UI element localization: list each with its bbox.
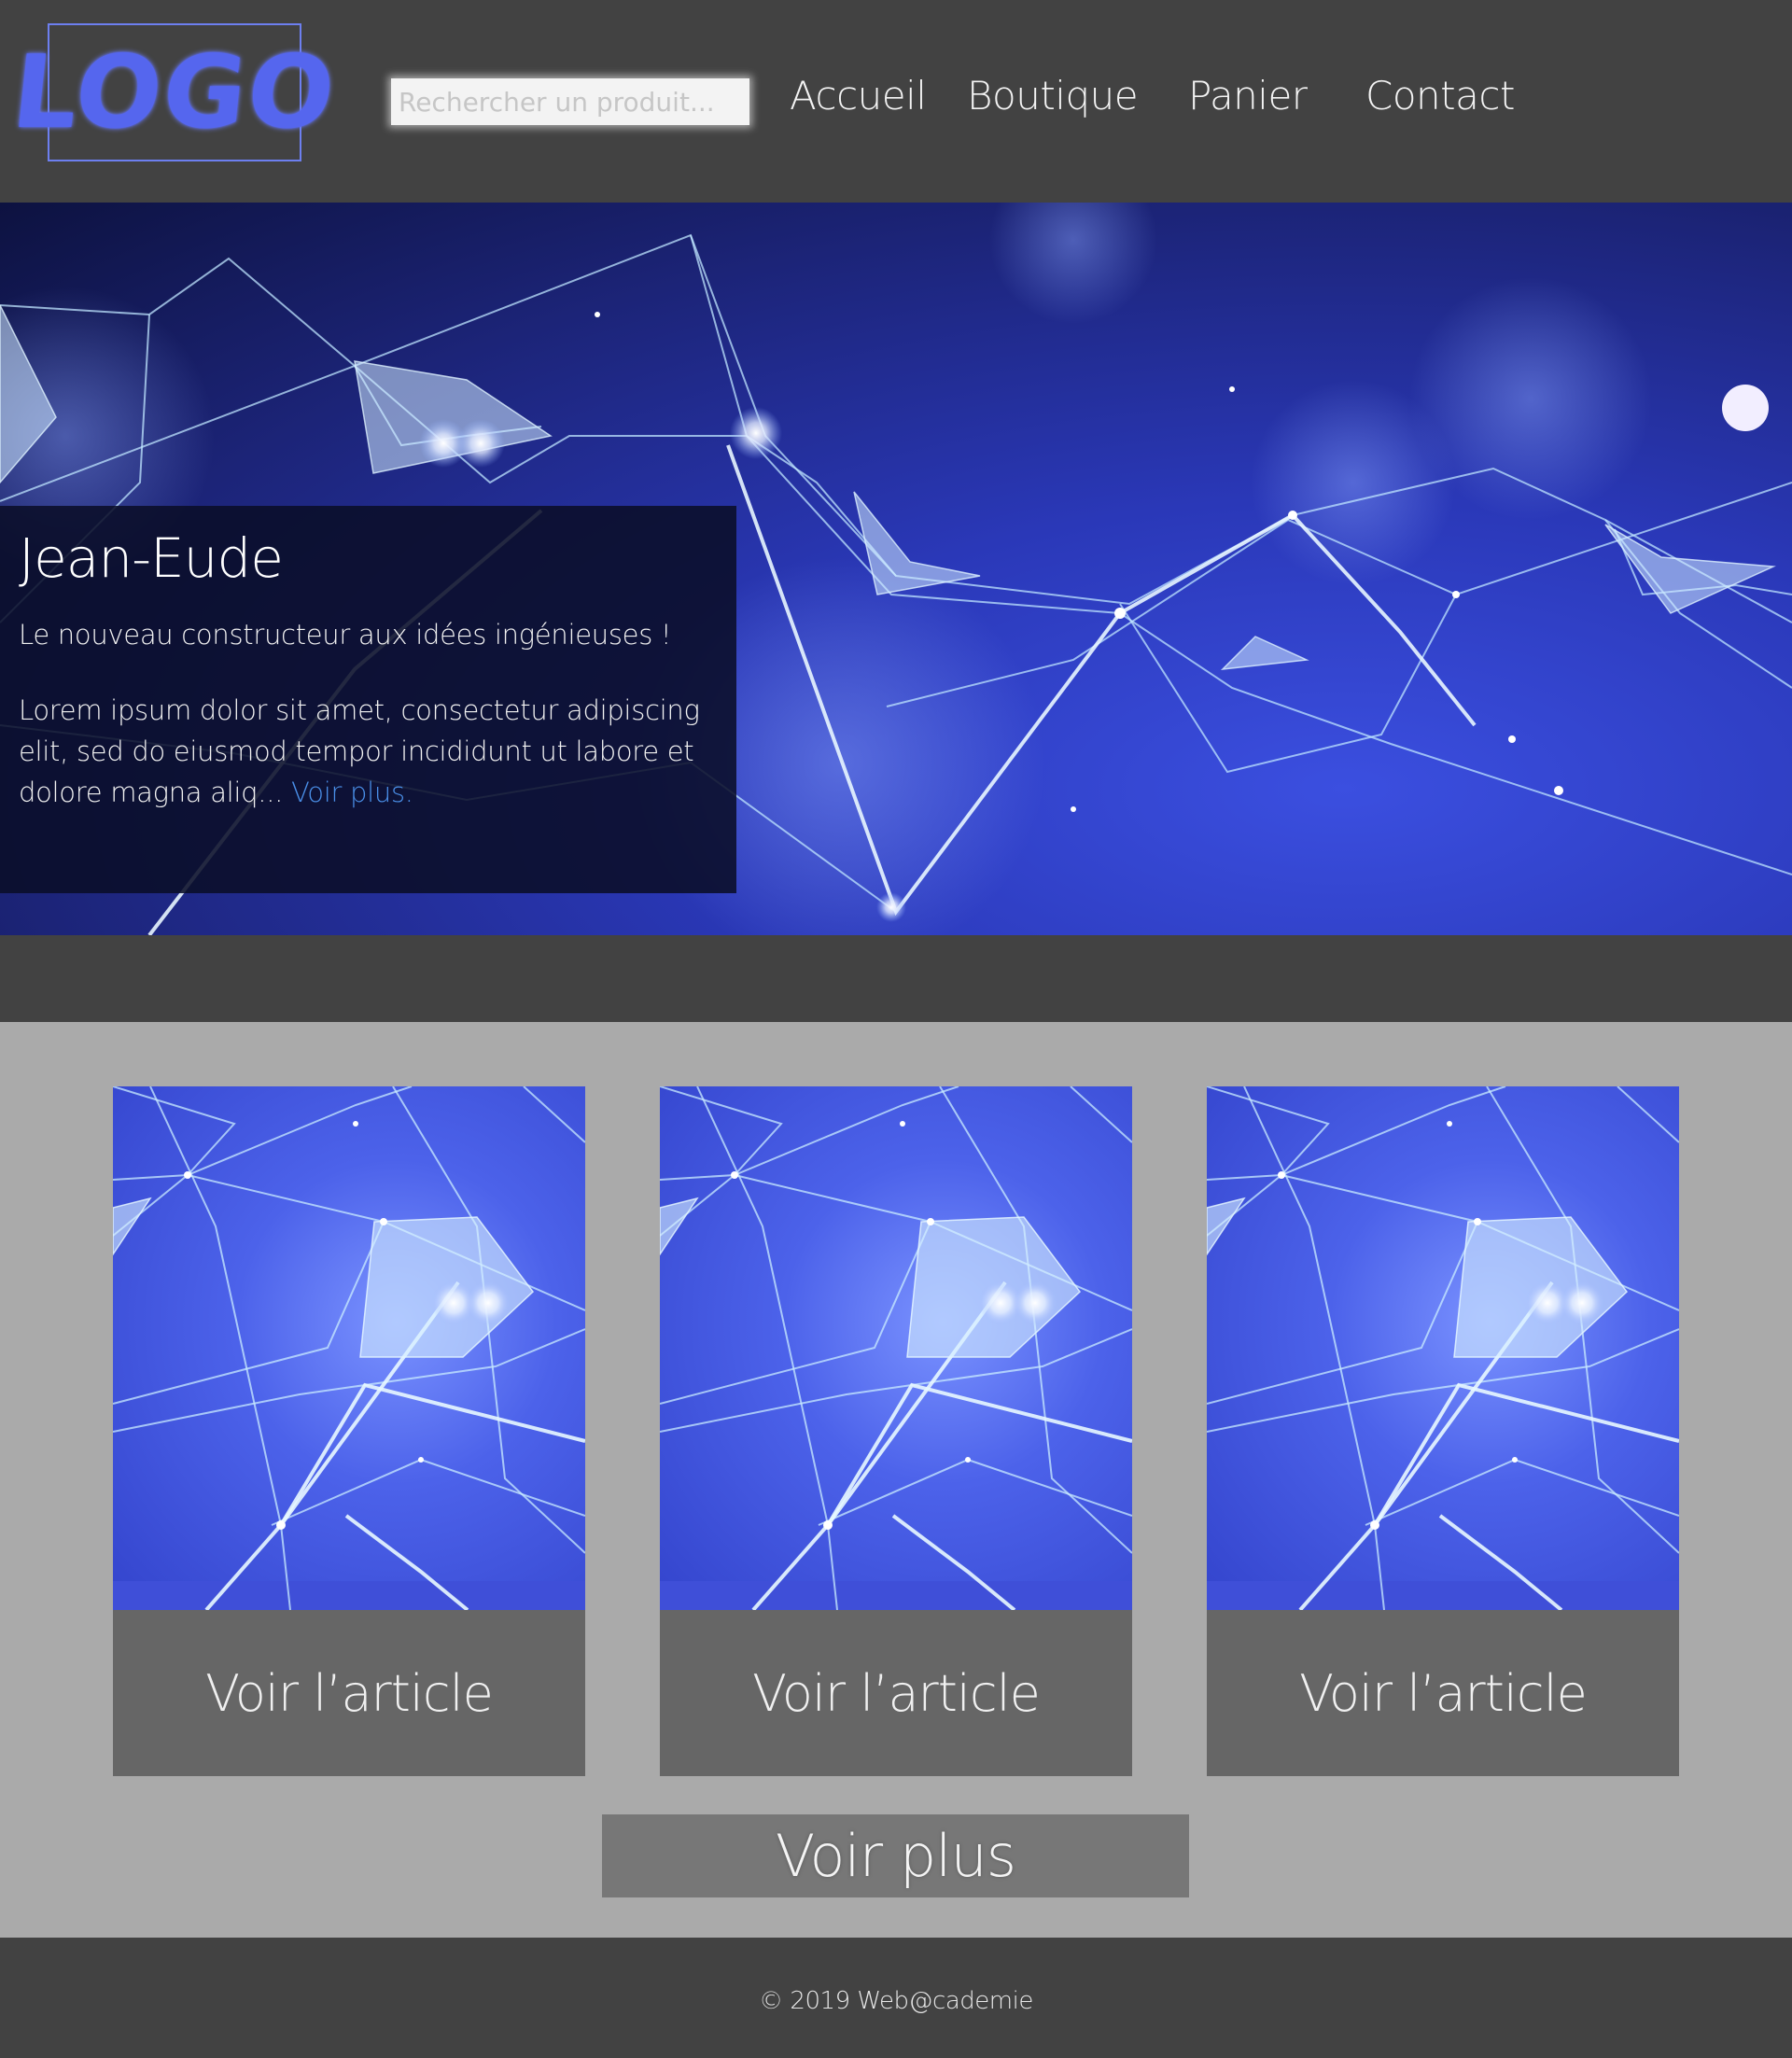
- logo[interactable]: LOGO: [7, 23, 342, 161]
- network-image-art: [113, 1086, 585, 1610]
- nav-link-accueil[interactable]: Accueil: [790, 73, 927, 119]
- nav-link-contact[interactable]: Contact: [1365, 73, 1515, 119]
- article-card: Voir l’article: [113, 1086, 585, 1776]
- hero-title: Jean-Eude: [19, 526, 284, 590]
- see-more-button[interactable]: Voir plus: [602, 1814, 1189, 1897]
- hero-subtitle: Le nouveau constructeur aux idées ingéni…: [19, 618, 672, 651]
- article-image: [1207, 1086, 1679, 1610]
- article-card: Voir l’article: [1207, 1086, 1679, 1776]
- network-image-art: [660, 1086, 1132, 1610]
- hero-card: Jean-Eude Le nouveau constructeur aux id…: [0, 506, 736, 893]
- view-article-button[interactable]: Voir l’article: [113, 1610, 585, 1776]
- articles-section: Voir l’article Voir l’article Voir l’art…: [0, 1022, 1792, 1938]
- separator-band: [0, 935, 1792, 1022]
- article-image: [113, 1086, 585, 1610]
- hero-banner: Jean-Eude Le nouveau constructeur aux id…: [0, 203, 1792, 935]
- article-card: Voir l’article: [660, 1086, 1132, 1776]
- site-header: LOGO Accueil Boutique Panier Contact: [0, 0, 1792, 203]
- nav-link-boutique[interactable]: Boutique: [967, 73, 1139, 119]
- site-footer: © 2019 Web@cademie: [0, 1938, 1792, 2058]
- article-image: [660, 1086, 1132, 1610]
- view-article-button[interactable]: Voir l’article: [1207, 1610, 1679, 1776]
- nav-link-panier[interactable]: Panier: [1188, 73, 1308, 119]
- logo-text: LOGO: [7, 34, 343, 151]
- search-input[interactable]: [391, 78, 749, 125]
- view-article-button[interactable]: Voir l’article: [660, 1610, 1132, 1776]
- copyright-text: © 2019 Web@cademie: [759, 1987, 1033, 2015]
- hero-description: Lorem ipsum dolor sit amet, consectetur …: [19, 690, 728, 813]
- hero-read-more-link[interactable]: Voir plus.: [291, 777, 413, 808]
- network-image-art: [1207, 1086, 1679, 1610]
